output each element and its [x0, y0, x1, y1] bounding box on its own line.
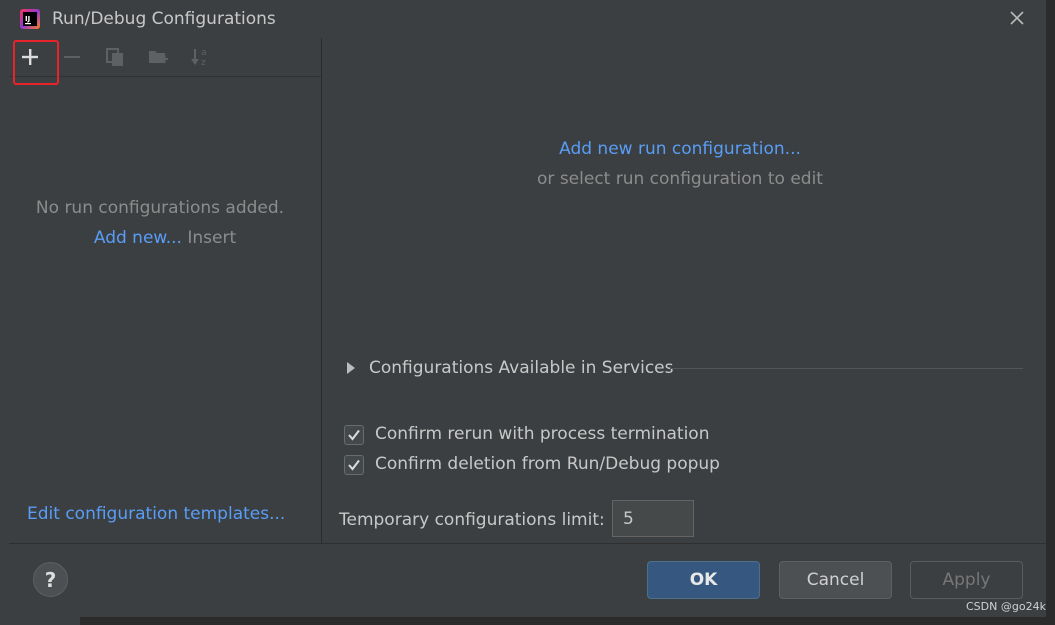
watermark-text: CSDN @go24k	[966, 600, 1046, 613]
services-section-label: Configurations Available in Services	[369, 358, 674, 378]
empty-configurations-message: No run configurations added.	[0, 198, 325, 218]
checkmark-icon	[348, 459, 360, 471]
intellij-app-icon: IJ	[20, 9, 40, 29]
cancel-button[interactable]: Cancel	[779, 561, 892, 599]
svg-text:IJ: IJ	[25, 15, 30, 23]
select-configuration-hint-row: or select run configuration to edit	[322, 169, 1038, 189]
insert-shortcut-hint: Insert	[187, 228, 237, 248]
dialog-title: Run/Debug Configurations	[52, 9, 276, 29]
copy-icon	[106, 48, 123, 66]
confirm-rerun-label: Confirm rerun with process termination	[375, 424, 710, 444]
svg-text:z: z	[201, 58, 206, 68]
expand-arrow-icon	[347, 362, 355, 374]
section-divider	[670, 368, 1023, 369]
temporary-limit-label: Temporary configurations limit:	[339, 510, 605, 530]
empty-configurations-text: No run configurations added.	[35, 198, 285, 218]
services-section-toggle[interactable]: Configurations Available in Services	[345, 358, 1025, 380]
copy-configuration-button[interactable]	[99, 42, 131, 72]
configurations-tree-panel: a z No run configurations added. Add new…	[9, 38, 322, 543]
title-bar: IJ Run/Debug Configurations	[0, 0, 1046, 38]
edit-templates-link[interactable]: Edit configuration templates...	[27, 504, 285, 524]
add-run-configuration-link[interactable]: Add new run configuration...	[559, 139, 801, 159]
sort-configurations-button[interactable]: a z	[184, 42, 216, 72]
add-new-row: Add new... Insert	[0, 228, 330, 248]
background-strip-left	[0, 617, 80, 625]
confirm-deletion-checkbox[interactable]	[344, 455, 364, 475]
background-strip	[0, 617, 1055, 625]
checkmark-icon	[348, 429, 360, 441]
folder-add-icon	[149, 51, 168, 63]
temporary-limit-input[interactable]: 5	[612, 500, 694, 537]
remove-icon	[64, 56, 80, 58]
confirm-deletion-label: Confirm deletion from Run/Debug popup	[375, 454, 720, 474]
add-run-configuration-row: Add new run configuration...	[322, 139, 1038, 159]
run-debug-dialog: IJ Run/Debug Configurations a z No run c…	[0, 0, 1047, 617]
help-button[interactable]: ?	[33, 562, 68, 597]
svg-text:a: a	[201, 48, 207, 58]
sort-alpha-icon: a z	[191, 48, 207, 68]
add-new-link[interactable]: Add new...	[94, 228, 182, 248]
close-icon[interactable]	[1004, 5, 1030, 31]
footer-separator	[9, 543, 1046, 544]
confirm-rerun-checkbox[interactable]	[344, 425, 364, 445]
select-configuration-hint: or select run configuration to edit	[537, 169, 823, 189]
add-button-highlight	[13, 40, 59, 85]
apply-button[interactable]: Apply	[910, 561, 1023, 599]
remove-configuration-button[interactable]	[56, 42, 88, 72]
ok-button[interactable]: OK	[647, 561, 760, 599]
new-folder-button[interactable]	[142, 42, 174, 72]
